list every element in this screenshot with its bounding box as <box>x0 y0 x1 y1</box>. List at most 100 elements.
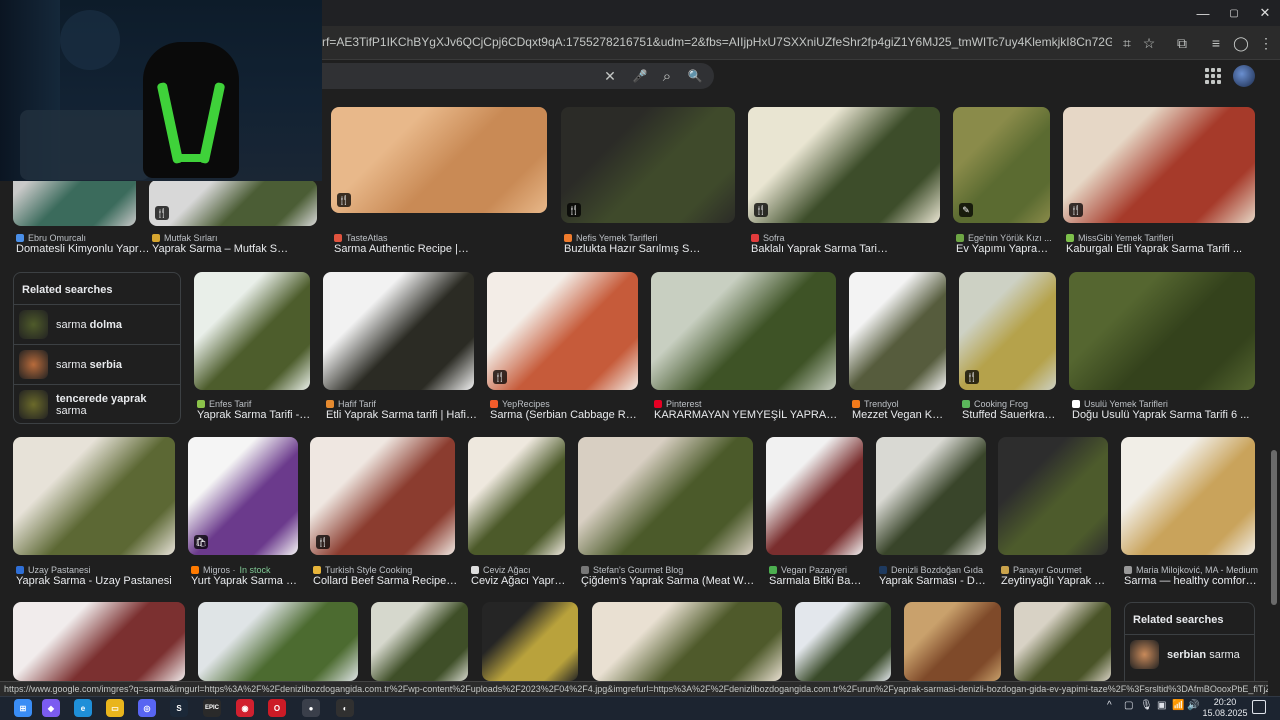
result-type-icon: ✎ <box>959 203 973 217</box>
source-name: YepRecipes <box>502 399 550 409</box>
extensions-icon[interactable]: ⧉ <box>1170 31 1194 55</box>
bookmark-star-icon[interactable]: ☆ <box>1137 31 1161 55</box>
result-thumbnail[interactable] <box>1014 602 1111 681</box>
result-thumbnail[interactable] <box>766 437 863 555</box>
result-title[interactable]: Yaprak Sarması - Den... <box>879 575 989 589</box>
related-search-item[interactable]: sarma serbia <box>14 344 180 384</box>
notification-icon[interactable] <box>1252 700 1266 714</box>
lens-search-icon[interactable]: ⌕ <box>657 67 677 85</box>
taskbar-chrome-icon[interactable]: ● <box>302 699 320 717</box>
search-box[interactable] <box>322 63 714 89</box>
result-title[interactable]: Kaburgalı Etli Yaprak Sarma Tarifi ... <box>1066 243 1258 257</box>
related-search-item[interactable]: tencerede yaprak sarma <box>14 384 180 423</box>
more-menu-icon[interactable]: ⋮ <box>1254 31 1278 55</box>
result-thumbnail[interactable] <box>371 602 468 681</box>
result-title[interactable]: Sarma Authentic Recipe | TasteAtlas <box>334 243 471 257</box>
result-title[interactable]: Doğu Usulü Yaprak Sarma Tarifi 6 ... <box>1072 409 1258 423</box>
result-thumbnail[interactable]: 🍴 <box>487 272 638 390</box>
result-thumbnail[interactable] <box>13 602 185 681</box>
result-title[interactable]: Yurt Yaprak Sarma 40... <box>191 575 301 589</box>
related-search-label: sarma dolma <box>56 319 122 331</box>
result-thumbnail[interactable] <box>876 437 986 555</box>
result-thumbnail[interactable]: 🍴 <box>1063 107 1255 223</box>
result-thumbnail[interactable] <box>998 437 1108 555</box>
profile-icon[interactable]: ◯ <box>1229 31 1253 55</box>
tray-icon-4[interactable]: ▣ <box>1157 700 1166 711</box>
result-title[interactable]: Yaprak Sarma Tarifi - L... <box>197 409 313 423</box>
result-thumbnail[interactable]: 🍴 <box>331 107 547 213</box>
result-thumbnail[interactable] <box>482 602 578 681</box>
search-icon[interactable]: 🔍 <box>685 67 705 85</box>
minimize-button[interactable]: — <box>1186 0 1220 26</box>
result-thumbnail[interactable]: 🛍 <box>188 437 298 555</box>
result-thumbnail[interactable] <box>1069 272 1255 390</box>
result-thumbnail[interactable]: 🍴 <box>149 180 317 226</box>
tray-icon-6[interactable]: 🔊 <box>1187 700 1199 711</box>
media-controls-icon[interactable]: ≡ <box>1204 31 1228 55</box>
taskbar-clock[interactable]: 20:20 15.08.2025 <box>1200 697 1250 719</box>
result-thumbnail[interactable] <box>849 272 946 390</box>
result-title[interactable]: Yaprak Sarma – Mutfak Sırları – Pr... <box>152 243 289 257</box>
result-title[interactable]: Zeytinyağlı Yaprak Sa... <box>1001 575 1111 589</box>
result-thumbnail[interactable] <box>198 602 358 681</box>
taskbar-steam-icon[interactable]: S <box>170 699 188 717</box>
result-thumbnail[interactable] <box>468 437 565 555</box>
restore-button[interactable]: ▢ <box>1217 0 1251 26</box>
tray-icon-2[interactable]: ▢ <box>1124 700 1133 711</box>
account-avatar[interactable] <box>1233 65 1255 87</box>
result-title[interactable]: Sarma — healthy comfort fo... <box>1124 575 1258 589</box>
voice-search-icon[interactable]: 🎤 <box>630 67 650 85</box>
result-title[interactable]: Buzlukta Hazır Sarılmış Sarma Pişir... <box>564 243 701 257</box>
result-thumbnail[interactable] <box>795 602 891 681</box>
result-thumbnail[interactable] <box>651 272 836 390</box>
result-title[interactable]: Domatesli Kimyonlu Yaprak... <box>16 243 153 257</box>
taskbar-obs-icon[interactable]: ◐ <box>336 699 354 717</box>
result-thumbnail[interactable]: 🍴 <box>748 107 940 223</box>
result-title[interactable]: KARARMAYAN YEMYEŞİL YAPRAK S... <box>654 409 839 423</box>
gaming-chair <box>143 42 239 178</box>
result-title[interactable]: Yaprak Sarma - Uzay Pastanesi <box>16 575 178 589</box>
taskbar-app-red-icon[interactable]: ◉ <box>236 699 254 717</box>
result-thumbnail[interactable] <box>13 437 175 555</box>
url-field[interactable]: rf=AE3TifP1IKChBYgXJv6QCjCpj6CDqxt9qA:17… <box>322 35 1112 53</box>
result-thumbnail[interactable]: 🍴 <box>561 107 735 223</box>
tray-icon-5[interactable]: 📶 <box>1172 700 1184 711</box>
result-thumbnail[interactable] <box>1121 437 1255 555</box>
result-title[interactable]: Stuffed Sauerkraut... <box>962 409 1059 423</box>
result-thumbnail[interactable]: ✎ <box>953 107 1050 223</box>
taskbar-epic-icon[interactable]: EPIC <box>203 699 221 717</box>
scrollbar-thumb[interactable] <box>1271 450 1277 605</box>
result-thumbnail[interactable]: 🍴 <box>310 437 455 555</box>
result-title[interactable]: Ev Yapımı Yaprak ... <box>956 243 1053 257</box>
result-thumbnail[interactable] <box>194 272 310 390</box>
result-title[interactable]: Collard Beef Sarma Recipe | ... <box>313 575 458 589</box>
result-title[interactable]: Etli Yaprak Sarma tarifi | Hafif T... <box>326 409 477 423</box>
taskbar-copilot-icon[interactable]: ◆ <box>42 699 60 717</box>
result-title[interactable]: Baklalı Yaprak Sarma Tarifi ... <box>751 243 888 257</box>
result-thumbnail[interactable] <box>578 437 753 555</box>
taskbar-file-explorer-icon[interactable]: ▭ <box>106 699 124 717</box>
result-thumbnail[interactable]: 🍴 <box>959 272 1056 390</box>
tray-icon-3[interactable]: 🎙 <box>1140 700 1153 711</box>
taskbar-opera-icon[interactable]: O <box>268 699 286 717</box>
result-title[interactable]: Sarmala Bitki Bazlı... <box>769 575 866 589</box>
result-title[interactable]: Sarma (Serbian Cabbage Rolls... <box>490 409 641 423</box>
related-search-item[interactable]: serbian sarma <box>1125 634 1254 674</box>
result-type-icon: 🍴 <box>316 535 330 549</box>
translate-icon[interactable]: ⌗ <box>1115 31 1139 55</box>
result-thumbnail[interactable] <box>904 602 1001 681</box>
google-apps-icon[interactable] <box>1205 68 1221 84</box>
result-thumbnail[interactable] <box>592 602 782 681</box>
clear-search-icon[interactable]: ✕ <box>600 67 620 85</box>
result-title[interactable]: Mezzet Vegan Kor... <box>852 409 949 423</box>
result-title[interactable]: Ceviz Ağacı Yapra... <box>471 575 568 589</box>
taskbar-windows-start-icon[interactable]: ⊞ <box>14 699 32 717</box>
tray-icon-1[interactable]: ^ <box>1107 700 1112 711</box>
taskbar-edge-icon[interactable]: e <box>74 699 92 717</box>
result-title[interactable]: Çiğdem's Yaprak Sarma (Meat Wrap... <box>581 575 756 589</box>
close-window-button[interactable]: ✕ <box>1248 0 1280 26</box>
result-thumbnail[interactable] <box>323 272 474 390</box>
taskbar-discord-icon[interactable]: ◎ <box>138 699 156 717</box>
related-search-item[interactable]: sarma dolma <box>14 304 180 344</box>
source-favicon <box>326 400 334 408</box>
